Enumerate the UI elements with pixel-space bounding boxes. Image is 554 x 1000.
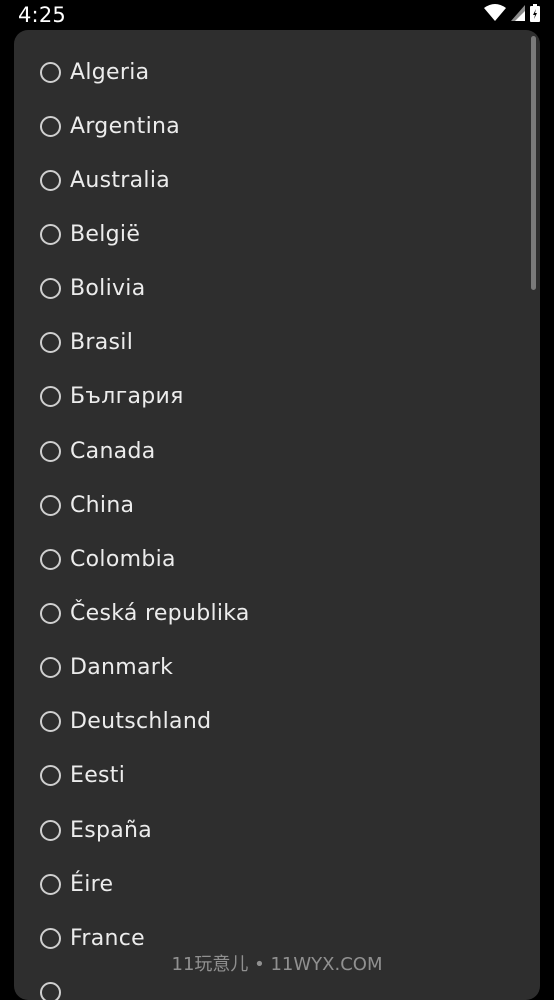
radio-button-icon[interactable] bbox=[40, 873, 61, 895]
country-label: Argentina bbox=[70, 113, 181, 139]
country-option[interactable]: België bbox=[14, 207, 540, 261]
radio-button-icon[interactable] bbox=[40, 115, 61, 137]
status-time: 4:25 bbox=[18, 3, 66, 27]
radio-button-icon[interactable] bbox=[40, 981, 61, 1000]
radio-button-icon[interactable] bbox=[40, 819, 61, 841]
scrollbar-thumb[interactable] bbox=[531, 36, 536, 290]
country-option[interactable]: Canada bbox=[14, 424, 540, 478]
country-label: Canada bbox=[70, 438, 156, 464]
country-label: Algeria bbox=[70, 59, 150, 85]
country-label: China bbox=[70, 492, 135, 518]
country-option[interactable]: Deutschland bbox=[14, 695, 540, 749]
radio-button-icon[interactable] bbox=[40, 440, 61, 462]
country-option[interactable]: Argentina bbox=[14, 99, 540, 153]
radio-button-icon[interactable] bbox=[40, 657, 61, 679]
radio-button-icon[interactable] bbox=[40, 223, 61, 245]
radio-button-icon[interactable] bbox=[40, 765, 61, 787]
country-option[interactable]: Éire bbox=[14, 857, 540, 911]
signal-icon bbox=[511, 4, 525, 26]
wifi-icon bbox=[484, 3, 506, 27]
radio-button-icon[interactable] bbox=[40, 278, 61, 300]
country-label: Česká republika bbox=[70, 600, 250, 626]
country-label: България bbox=[70, 384, 184, 410]
country-option[interactable]: Česká republika bbox=[14, 586, 540, 640]
country-option[interactable]: Australia bbox=[14, 153, 540, 207]
country-label: España bbox=[70, 817, 153, 843]
country-label: Australia bbox=[70, 167, 171, 193]
status-icons bbox=[484, 3, 540, 27]
country-label: België bbox=[70, 221, 141, 247]
country-label: Bolivia bbox=[70, 276, 146, 302]
radio-button-icon[interactable] bbox=[40, 386, 61, 408]
radio-button-icon[interactable] bbox=[40, 494, 61, 516]
country-option[interactable]: Colombia bbox=[14, 532, 540, 586]
status-bar: 4:25 bbox=[0, 0, 554, 32]
country-label: Éire bbox=[70, 871, 114, 897]
watermark: 11玩意儿 • 11WYX.COM bbox=[171, 954, 383, 975]
country-option[interactable]: España bbox=[14, 803, 540, 857]
country-label: France bbox=[70, 925, 145, 951]
country-label: Colombia bbox=[70, 546, 176, 572]
battery-icon bbox=[530, 3, 540, 27]
country-label: Deutschland bbox=[70, 709, 212, 735]
country-list[interactable]: Algeria Argentina Australia België Bolivia Br… bbox=[14, 45, 540, 1000]
country-option[interactable]: Bolivia bbox=[14, 262, 540, 316]
country-picker-dialog: Algeria Argentina Australia België Bolivia Br… bbox=[14, 30, 540, 1000]
country-label: Brasil bbox=[70, 330, 134, 356]
radio-button-icon[interactable] bbox=[40, 61, 61, 83]
radio-button-icon[interactable] bbox=[40, 548, 61, 570]
country-option[interactable]: Algeria bbox=[14, 45, 540, 99]
radio-button-icon[interactable] bbox=[40, 602, 61, 624]
country-label: Danmark bbox=[70, 655, 174, 681]
radio-button-icon[interactable] bbox=[40, 927, 61, 949]
radio-button-icon[interactable] bbox=[40, 169, 61, 191]
country-option[interactable]: България bbox=[14, 370, 540, 424]
country-option[interactable]: Eesti bbox=[14, 749, 540, 803]
country-option[interactable]: Brasil bbox=[14, 316, 540, 370]
radio-button-icon[interactable] bbox=[40, 332, 61, 354]
country-option[interactable]: China bbox=[14, 478, 540, 532]
country-option[interactable]: Danmark bbox=[14, 641, 540, 695]
country-label: Eesti bbox=[70, 763, 126, 789]
scrollbar-track[interactable] bbox=[531, 30, 536, 1000]
radio-button-icon[interactable] bbox=[40, 711, 61, 733]
